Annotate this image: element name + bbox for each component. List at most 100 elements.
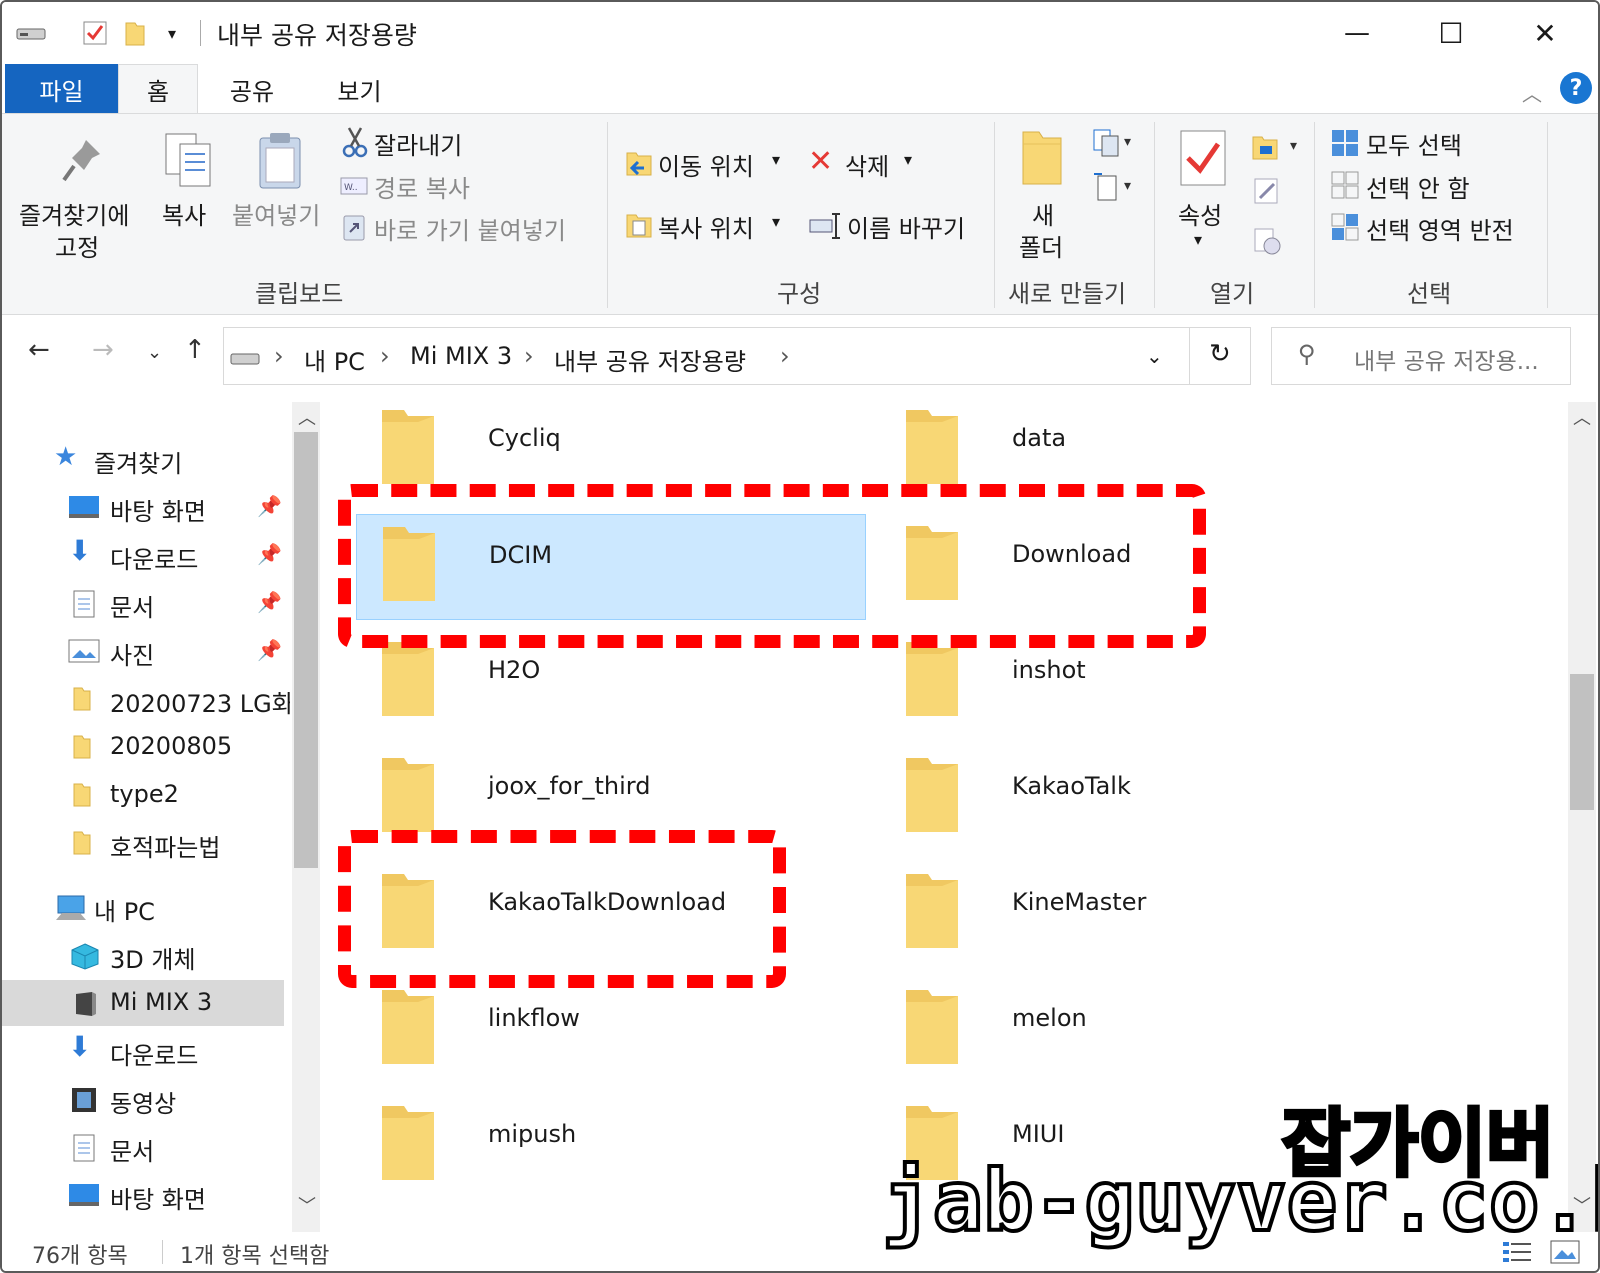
history-icon[interactable]: [1252, 226, 1282, 260]
edit-icon[interactable]: [1252, 176, 1282, 210]
highlight-box: [338, 484, 1206, 648]
nav-item-3d-objects[interactable]: 3D 개체: [2, 932, 290, 978]
folder-item[interactable]: KineMaster: [880, 862, 1390, 968]
recent-locations-chevron-icon[interactable]: ⌄: [147, 342, 162, 363]
nav-scroll-thumb[interactable]: [294, 432, 318, 868]
pin-to-quick-access-button[interactable]: 즐겨찾기에: [19, 196, 129, 231]
nav-quick-access[interactable]: ★ 즐겨찾기: [2, 436, 290, 482]
address-bar[interactable]: › 내 PC › Mi MIX 3 › 내부 공유 저장용량 › ⌄ ↻: [223, 327, 1251, 385]
search-box[interactable]: ⚲ 내부 공유 저장용...: [1271, 327, 1571, 385]
open-group-label: 열기: [1210, 280, 1255, 308]
pin-icon[interactable]: 📌: [257, 590, 282, 614]
back-arrow-icon[interactable]: ←: [28, 335, 50, 365]
maximize-button[interactable]: ☐: [1416, 12, 1486, 54]
folder-name: inshot: [1012, 656, 1086, 684]
rename-button[interactable]: 이름 바꾸기: [847, 209, 965, 244]
folder-item[interactable]: mipush: [356, 1094, 866, 1200]
close-button[interactable]: ✕: [1510, 12, 1580, 54]
copy-path-button[interactable]: 경로 복사: [374, 169, 470, 204]
nav-item-pictures[interactable]: 사진 📌: [2, 628, 290, 674]
delete-dropdown-icon[interactable]: ▾: [904, 150, 912, 169]
nav-scrollbar[interactable]: ︿ ﹀: [292, 402, 320, 1232]
nav-this-pc[interactable]: 내 PC: [2, 884, 290, 930]
nav-item-device[interactable]: Mi MIX 3: [2, 980, 284, 1026]
nav-item-downloads[interactable]: ⬇ 다운로드 📌: [2, 532, 290, 578]
quick-access-dropdown-icon[interactable]: ▾: [157, 18, 187, 48]
select-all-icon: [1330, 128, 1360, 162]
nav-item-folder[interactable]: 20200805: [2, 724, 290, 770]
scroll-up-icon[interactable]: ︿: [1573, 404, 1591, 430]
help-icon[interactable]: ?: [1560, 72, 1592, 104]
group-separator: [994, 122, 995, 308]
tab-share[interactable]: 공유: [217, 64, 287, 114]
drive-icon[interactable]: [16, 18, 46, 48]
nav-item-videos[interactable]: 동영상: [2, 1076, 290, 1122]
content-scroll-thumb[interactable]: [1570, 674, 1594, 810]
breadcrumb-chevron-icon[interactable]: ›: [524, 342, 534, 370]
new-folder-icon: [1019, 128, 1065, 192]
scroll-up-icon[interactable]: ︿: [298, 404, 316, 430]
tab-home[interactable]: 홈: [118, 64, 198, 114]
invert-selection-button[interactable]: 선택 영역 반전: [1366, 211, 1514, 246]
pin-icon[interactable]: 📌: [257, 542, 282, 566]
chevron-up-icon[interactable]: ︿: [1522, 78, 1542, 107]
open-icon[interactable]: ▾: [1250, 132, 1306, 166]
easy-access-icon[interactable]: ▾: [1092, 170, 1136, 208]
nav-item-desktop[interactable]: 바탕 화면: [2, 1172, 290, 1218]
nav-item-documents[interactable]: 문서: [2, 1124, 290, 1170]
move-to-dropdown-icon[interactable]: ▾: [772, 150, 780, 169]
folder-item[interactable]: KakaoTalk: [880, 746, 1390, 852]
forward-arrow-icon[interactable]: →: [92, 335, 114, 365]
paste-shortcut-button[interactable]: 바로 가기 붙여넣기: [374, 211, 566, 246]
scroll-down-icon[interactable]: ﹀: [298, 1192, 316, 1218]
new-folder-quick-icon[interactable]: [120, 18, 150, 48]
cut-button[interactable]: 잘라내기: [374, 126, 462, 161]
tab-view[interactable]: 보기: [322, 64, 397, 114]
select-all-button[interactable]: 모두 선택: [1366, 126, 1462, 161]
new-folder-button[interactable]: 새: [1032, 196, 1054, 231]
folder-item[interactable]: linkflow: [356, 978, 866, 1084]
pin-icon[interactable]: 📌: [257, 638, 282, 662]
group-separator: [607, 122, 608, 308]
breadcrumb-storage[interactable]: 내부 공유 저장용량: [554, 342, 746, 377]
pin-icon[interactable]: 📌: [257, 494, 282, 518]
status-separator: [162, 1240, 163, 1264]
refresh-icon[interactable]: ↻: [1209, 339, 1231, 369]
nav-item-desktop[interactable]: 바탕 화면 📌: [2, 484, 290, 530]
nav-item-downloads[interactable]: ⬇ 다운로드: [2, 1028, 290, 1074]
properties-checkbox-icon[interactable]: [80, 18, 110, 48]
delete-button[interactable]: 삭제: [845, 147, 889, 182]
minimize-button[interactable]: —: [1322, 12, 1392, 54]
breadcrumb-chevron-icon[interactable]: ›: [780, 342, 790, 370]
title-separator: [200, 20, 201, 46]
new-item-icon[interactable]: ▾: [1092, 128, 1136, 162]
copy-button[interactable]: 복사: [162, 196, 206, 231]
copy-to-dropdown-icon[interactable]: ▾: [772, 212, 780, 231]
move-to-button[interactable]: 이동 위치: [658, 147, 754, 182]
tab-file[interactable]: 파일: [5, 64, 118, 114]
select-none-button[interactable]: 선택 안 함: [1366, 169, 1470, 204]
breadcrumb-this-pc[interactable]: 내 PC: [304, 342, 365, 377]
address-dropdown-chevron-icon[interactable]: ⌄: [1146, 344, 1163, 368]
folder-icon: [72, 734, 104, 762]
properties-button[interactable]: 속성: [1178, 196, 1222, 231]
copy-to-button[interactable]: 복사 위치: [658, 209, 754, 244]
up-arrow-icon[interactable]: ↑: [184, 335, 206, 365]
nav-item-documents[interactable]: 문서 📌: [2, 580, 290, 626]
nav-item-folder[interactable]: 20200723 LG화학: [2, 676, 290, 722]
breadcrumb-device[interactable]: Mi MIX 3: [410, 342, 512, 370]
properties-dropdown-icon[interactable]: ▾: [1194, 230, 1202, 249]
properties-icon: [1178, 128, 1228, 192]
content-scrollbar[interactable]: ︿ ﹀: [1568, 402, 1596, 1232]
move-to-icon: [624, 148, 654, 182]
folder-icon: [902, 636, 962, 724]
nav-item-folder[interactable]: type2: [2, 772, 290, 818]
breadcrumb-chevron-icon[interactable]: ›: [274, 342, 284, 370]
folder-item[interactable]: melon: [880, 978, 1390, 1084]
star-icon: ★: [54, 442, 78, 472]
desktop-icon: [68, 1182, 100, 1210]
folder-name: H2O: [488, 656, 541, 684]
paste-button[interactable]: 붙여넣기: [232, 196, 320, 231]
nav-item-folder[interactable]: 호적파는법: [2, 820, 290, 866]
breadcrumb-chevron-icon[interactable]: ›: [380, 342, 390, 370]
